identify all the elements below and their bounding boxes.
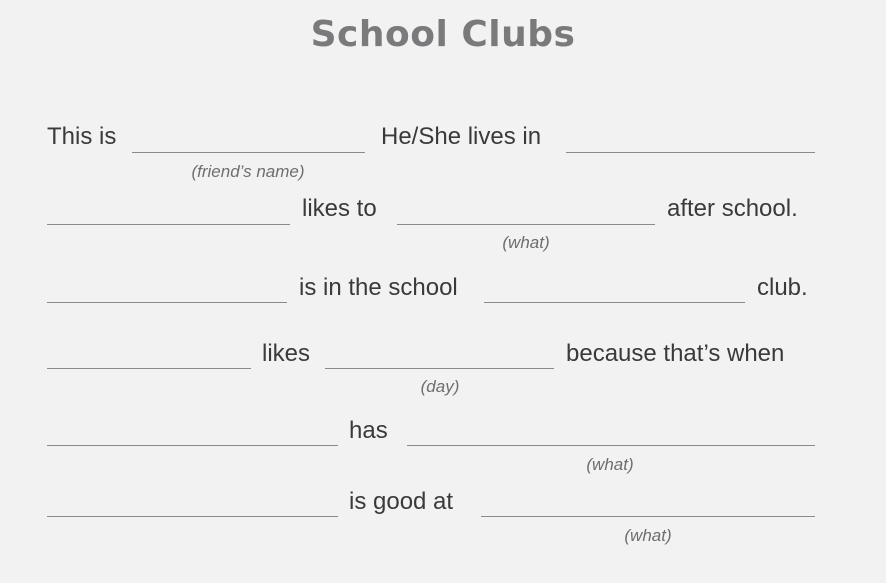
line6-name-blank[interactable]	[47, 516, 338, 517]
good-at-blank[interactable]	[481, 516, 815, 517]
line5-name-blank[interactable]	[47, 445, 338, 446]
line2-text-after-school: after school.	[667, 195, 798, 222]
day-blank[interactable]	[325, 368, 554, 369]
line1-text-lives-in: He/She lives in	[381, 123, 542, 150]
line3-name-blank[interactable]	[47, 302, 287, 303]
line3-text-club: club.	[757, 274, 808, 301]
line2-name-blank[interactable]	[47, 224, 290, 225]
line6-text-good-at: is good at	[349, 488, 454, 515]
line4-name-blank[interactable]	[47, 368, 251, 369]
likes-to-blank[interactable]	[397, 224, 655, 225]
line3-text-school: is in the school	[299, 274, 458, 301]
likes-to-hint: (what)	[502, 233, 550, 252]
lives-in-blank[interactable]	[566, 152, 815, 153]
has-blank[interactable]	[407, 445, 815, 446]
line4-text-likes: likes	[262, 340, 311, 367]
friend-name-blank[interactable]	[132, 152, 365, 153]
line2-text-likes-to: likes to	[302, 195, 377, 222]
line5-text-has: has	[349, 417, 388, 444]
page-title: School Clubs	[310, 14, 576, 55]
good-at-hint: (what)	[624, 526, 672, 545]
line4-text-because: because that’s when	[566, 340, 785, 367]
day-hint: (day)	[420, 377, 460, 396]
line1-text-this-is: This is	[47, 123, 117, 150]
has-hint: (what)	[586, 455, 634, 474]
friend-name-hint: (friend’s name)	[191, 162, 305, 181]
club-name-blank[interactable]	[484, 302, 745, 303]
